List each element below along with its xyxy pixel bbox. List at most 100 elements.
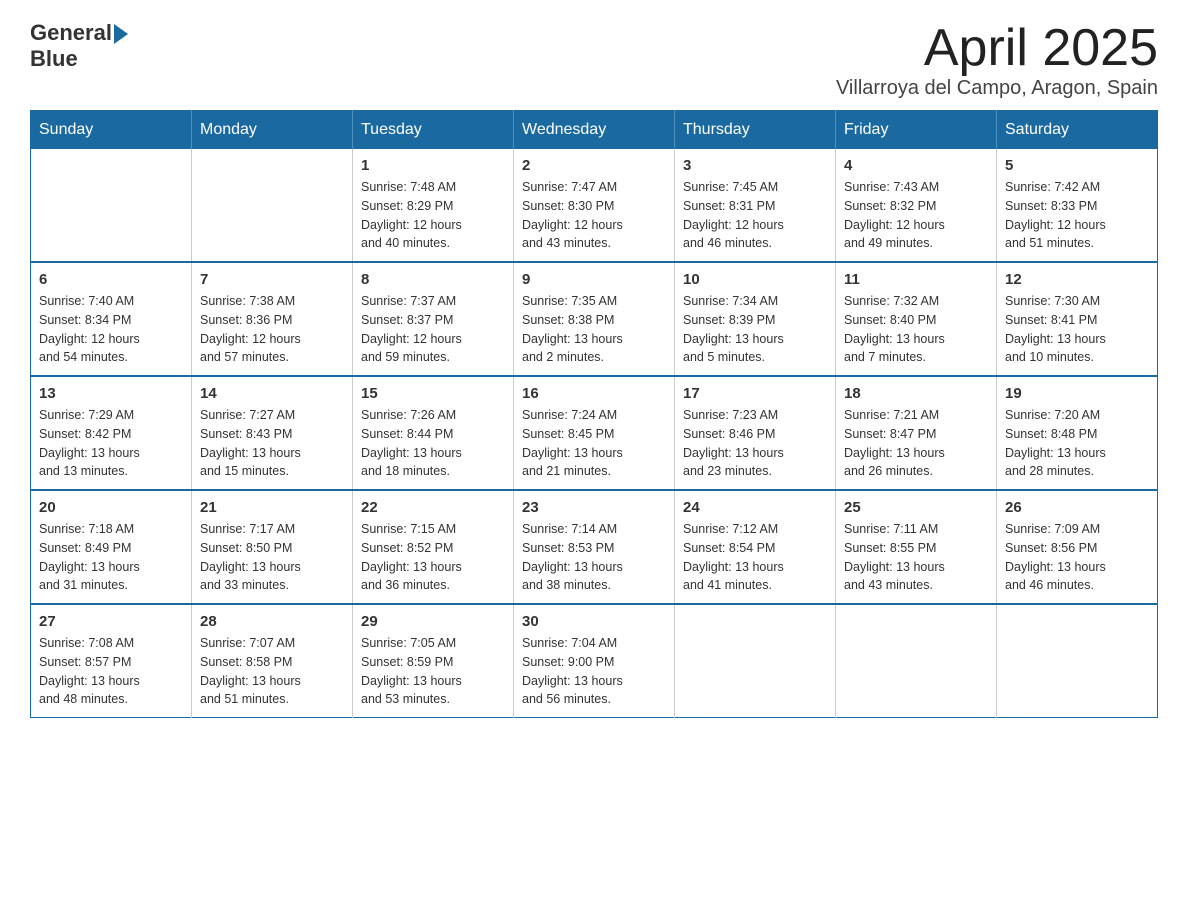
day-info: Sunrise: 7:05 AMSunset: 8:59 PMDaylight:… — [361, 634, 505, 709]
page-header: General Blue April 2025 Villarroya del C… — [30, 20, 1158, 100]
day-of-week-header: Wednesday — [514, 111, 675, 150]
day-info: Sunrise: 7:30 AMSunset: 8:41 PMDaylight:… — [1005, 292, 1149, 367]
calendar-day-cell: 19 Sunrise: 7:20 AMSunset: 8:48 PMDayligh… — [997, 376, 1158, 490]
day-number: 19 — [1005, 385, 1149, 402]
day-info: Sunrise: 7:47 AMSunset: 8:30 PMDaylight:… — [522, 178, 666, 253]
calendar-day-cell: 8 Sunrise: 7:37 AMSunset: 8:37 PMDaylight… — [353, 262, 514, 376]
day-info: Sunrise: 7:29 AMSunset: 8:42 PMDaylight:… — [39, 406, 183, 481]
day-of-week-header: Monday — [192, 111, 353, 150]
day-info: Sunrise: 7:32 AMSunset: 8:40 PMDaylight:… — [844, 292, 988, 367]
day-number: 12 — [1005, 271, 1149, 288]
day-info: Sunrise: 7:38 AMSunset: 8:36 PMDaylight:… — [200, 292, 344, 367]
day-number: 21 — [200, 499, 344, 516]
day-info: Sunrise: 7:37 AMSunset: 8:37 PMDaylight:… — [361, 292, 505, 367]
calendar-day-cell: 21 Sunrise: 7:17 AMSunset: 8:50 PMDayligh… — [192, 490, 353, 604]
day-number: 10 — [683, 271, 827, 288]
calendar-day-cell: 1Sunrise: 7:48 AMSunset: 8:29 PMDaylight… — [353, 149, 514, 262]
day-info: Sunrise: 7:09 AMSunset: 8:56 PMDaylight:… — [1005, 520, 1149, 595]
logo-text-general: General — [30, 20, 112, 46]
calendar-day-cell: 12 Sunrise: 7:30 AMSunset: 8:41 PMDayligh… — [997, 262, 1158, 376]
day-number: 5 — [1005, 157, 1149, 174]
calendar-day-cell: 24 Sunrise: 7:12 AMSunset: 8:54 PMDayligh… — [675, 490, 836, 604]
calendar-day-cell: 2 Sunrise: 7:47 AMSunset: 8:30 PMDaylight… — [514, 149, 675, 262]
calendar-week-row: 20Sunrise: 7:18 AMSunset: 8:49 PMDayligh… — [31, 490, 1158, 604]
day-number: 24 — [683, 499, 827, 516]
logo-text-blue: Blue — [30, 46, 128, 72]
day-of-week-header: Friday — [836, 111, 997, 150]
calendar-day-cell — [31, 149, 192, 262]
calendar-day-cell: 3 Sunrise: 7:45 AMSunset: 8:31 PMDaylight… — [675, 149, 836, 262]
day-number: 8 — [361, 271, 505, 288]
calendar-week-row: 13 Sunrise: 7:29 AMSunset: 8:42 PMDayligh… — [31, 376, 1158, 490]
calendar-week-row: 6 Sunrise: 7:40 AMSunset: 8:34 PMDaylight… — [31, 262, 1158, 376]
calendar-header-row: SundayMondayTuesdayWednesdayThursdayFrid… — [31, 111, 1158, 150]
day-number: 28 — [200, 613, 344, 630]
day-of-week-header: Tuesday — [353, 111, 514, 150]
calendar-day-cell: 6 Sunrise: 7:40 AMSunset: 8:34 PMDaylight… — [31, 262, 192, 376]
day-number: 11 — [844, 271, 988, 288]
calendar-table: SundayMondayTuesdayWednesdayThursdayFrid… — [30, 110, 1158, 718]
day-number: 13 — [39, 385, 183, 402]
title-block: April 2025 Villarroya del Campo, Aragon,… — [836, 20, 1158, 100]
day-info: Sunrise: 7:14 AMSunset: 8:53 PMDaylight:… — [522, 520, 666, 595]
day-info: Sunrise: 7:18 AMSunset: 8:49 PMDaylight:… — [39, 520, 183, 595]
logo: General Blue — [30, 20, 128, 73]
day-info: Sunrise: 7:08 AMSunset: 8:57 PMDaylight:… — [39, 634, 183, 709]
day-number: 3 — [683, 157, 827, 174]
calendar-subtitle: Villarroya del Campo, Aragon, Spain — [836, 77, 1158, 100]
day-number: 26 — [1005, 499, 1149, 516]
day-info: Sunrise: 7:35 AMSunset: 8:38 PMDaylight:… — [522, 292, 666, 367]
calendar-day-cell: 18Sunrise: 7:21 AMSunset: 8:47 PMDayligh… — [836, 376, 997, 490]
day-number: 15 — [361, 385, 505, 402]
day-info: Sunrise: 7:34 AMSunset: 8:39 PMDaylight:… — [683, 292, 827, 367]
calendar-day-cell: 5 Sunrise: 7:42 AMSunset: 8:33 PMDaylight… — [997, 149, 1158, 262]
day-info: Sunrise: 7:24 AMSunset: 8:45 PMDaylight:… — [522, 406, 666, 481]
day-number: 29 — [361, 613, 505, 630]
calendar-day-cell: 13 Sunrise: 7:29 AMSunset: 8:42 PMDayligh… — [31, 376, 192, 490]
day-info: Sunrise: 7:45 AMSunset: 8:31 PMDaylight:… — [683, 178, 827, 253]
calendar-day-cell: 27 Sunrise: 7:08 AMSunset: 8:57 PMDayligh… — [31, 604, 192, 718]
day-number: 9 — [522, 271, 666, 288]
calendar-day-cell: 7 Sunrise: 7:38 AMSunset: 8:36 PMDaylight… — [192, 262, 353, 376]
day-number: 27 — [39, 613, 183, 630]
calendar-day-cell: 26 Sunrise: 7:09 AMSunset: 8:56 PMDayligh… — [997, 490, 1158, 604]
calendar-day-cell: 20Sunrise: 7:18 AMSunset: 8:49 PMDayligh… — [31, 490, 192, 604]
day-info: Sunrise: 7:40 AMSunset: 8:34 PMDaylight:… — [39, 292, 183, 367]
day-number: 7 — [200, 271, 344, 288]
day-number: 14 — [200, 385, 344, 402]
day-info: Sunrise: 7:43 AMSunset: 8:32 PMDaylight:… — [844, 178, 988, 253]
calendar-day-cell: 14 Sunrise: 7:27 AMSunset: 8:43 PMDayligh… — [192, 376, 353, 490]
day-number: 22 — [361, 499, 505, 516]
calendar-day-cell — [192, 149, 353, 262]
calendar-day-cell — [836, 604, 997, 718]
calendar-day-cell: 16 Sunrise: 7:24 AMSunset: 8:45 PMDayligh… — [514, 376, 675, 490]
day-info: Sunrise: 7:04 AMSunset: 9:00 PMDaylight:… — [522, 634, 666, 709]
calendar-day-cell — [675, 604, 836, 718]
day-number: 16 — [522, 385, 666, 402]
day-info: Sunrise: 7:42 AMSunset: 8:33 PMDaylight:… — [1005, 178, 1149, 253]
day-info: Sunrise: 7:20 AMSunset: 8:48 PMDaylight:… — [1005, 406, 1149, 481]
day-info: Sunrise: 7:23 AMSunset: 8:46 PMDaylight:… — [683, 406, 827, 481]
calendar-title: April 2025 — [836, 20, 1158, 77]
day-info: Sunrise: 7:12 AMSunset: 8:54 PMDaylight:… — [683, 520, 827, 595]
day-number: 18 — [844, 385, 988, 402]
calendar-day-cell — [997, 604, 1158, 718]
calendar-day-cell: 9 Sunrise: 7:35 AMSunset: 8:38 PMDaylight… — [514, 262, 675, 376]
calendar-day-cell: 25Sunrise: 7:11 AMSunset: 8:55 PMDayligh… — [836, 490, 997, 604]
calendar-day-cell: 4 Sunrise: 7:43 AMSunset: 8:32 PMDaylight… — [836, 149, 997, 262]
day-number: 2 — [522, 157, 666, 174]
calendar-day-cell: 23Sunrise: 7:14 AMSunset: 8:53 PMDayligh… — [514, 490, 675, 604]
day-info: Sunrise: 7:27 AMSunset: 8:43 PMDaylight:… — [200, 406, 344, 481]
day-number: 6 — [39, 271, 183, 288]
calendar-day-cell: 22 Sunrise: 7:15 AMSunset: 8:52 PMDayligh… — [353, 490, 514, 604]
day-number: 30 — [522, 613, 666, 630]
day-info: Sunrise: 7:26 AMSunset: 8:44 PMDaylight:… — [361, 406, 505, 481]
logo-arrow-icon — [114, 24, 128, 44]
day-info: Sunrise: 7:15 AMSunset: 8:52 PMDaylight:… — [361, 520, 505, 595]
calendar-day-cell: 15 Sunrise: 7:26 AMSunset: 8:44 PMDayligh… — [353, 376, 514, 490]
calendar-day-cell: 11 Sunrise: 7:32 AMSunset: 8:40 PMDayligh… — [836, 262, 997, 376]
day-of-week-header: Saturday — [997, 111, 1158, 150]
day-number: 4 — [844, 157, 988, 174]
day-info: Sunrise: 7:17 AMSunset: 8:50 PMDaylight:… — [200, 520, 344, 595]
day-number: 1 — [361, 157, 505, 174]
